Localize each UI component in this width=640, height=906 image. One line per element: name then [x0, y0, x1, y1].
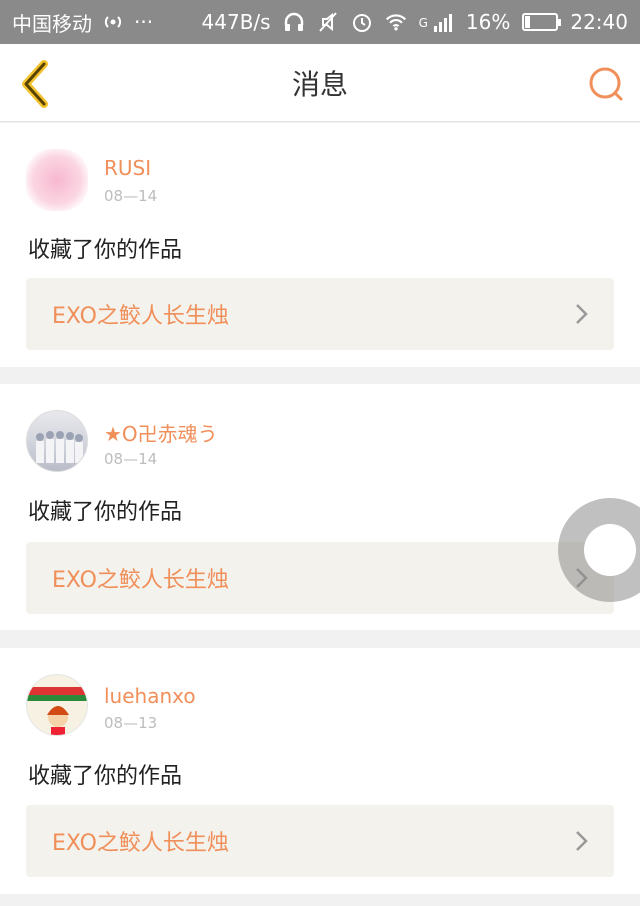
username[interactable]: ★O卍赤魂う [104, 418, 218, 447]
group-photo-icon [36, 431, 83, 463]
page-title: 消息 [291, 67, 348, 101]
work-title: EXO之鲛人长生烛 [52, 831, 229, 856]
cartoon-avatar-icon [27, 687, 87, 735]
alarm-icon [352, 14, 371, 32]
work-link[interactable]: EXO之鲛人长生烛 [26, 805, 614, 877]
avatar[interactable] [26, 149, 88, 211]
battery-percent: 16% [465, 10, 511, 34]
action-text: 收藏了你的作品 [28, 764, 183, 789]
wifi-icon [385, 14, 406, 31]
top-bar: 消息 [0, 44, 640, 122]
message-date: 08—14 [104, 187, 158, 205]
avatar[interactable] [26, 674, 88, 736]
carrier-label: 中国移动 [12, 11, 92, 36]
work-link[interactable]: EXO之鲛人长生烛 [26, 542, 614, 614]
notification-dots: ··· [134, 10, 154, 34]
headphones-icon [284, 12, 303, 31]
clock: 22:40 [570, 10, 628, 34]
status-bar: 中国移动 ··· 447B/s G 16% 22:40 [0, 0, 640, 44]
message-card: ★O卍赤魂う 08—14 收藏了你的作品 EXO之鲛人长生烛 [0, 384, 640, 630]
chevron-right-icon [576, 304, 588, 324]
message-date: 08—13 [104, 714, 158, 732]
work-title: EXO之鲛人长生烛 [52, 568, 229, 593]
search-icon[interactable] [586, 64, 626, 104]
action-text: 收藏了你的作品 [28, 238, 183, 263]
hotspot-icon [104, 16, 122, 28]
network-speed: 447B/s [201, 10, 271, 34]
action-text: 收藏了你的作品 [28, 500, 183, 525]
message-date: 08—14 [104, 450, 158, 468]
chevron-left-icon[interactable] [16, 60, 56, 108]
work-link[interactable]: EXO之鲛人长生烛 [26, 278, 614, 350]
message-card: luehanxo 08—13 收藏了你的作品 EXO之鲛人长生烛 [0, 648, 640, 894]
battery-icon [522, 13, 562, 31]
message-card: RUSI 08—14 收藏了你的作品 EXO之鲛人长生烛 [0, 123, 640, 367]
assist-ball-icon [584, 524, 636, 576]
network-type: G [418, 16, 428, 30]
username[interactable]: RUSI [104, 156, 151, 180]
username[interactable]: luehanxo [104, 684, 196, 708]
chevron-right-icon [576, 831, 588, 851]
signal-icon [433, 14, 452, 32]
avatar[interactable] [26, 410, 88, 472]
work-title: EXO之鲛人长生烛 [52, 304, 229, 329]
mute-icon [318, 12, 337, 32]
